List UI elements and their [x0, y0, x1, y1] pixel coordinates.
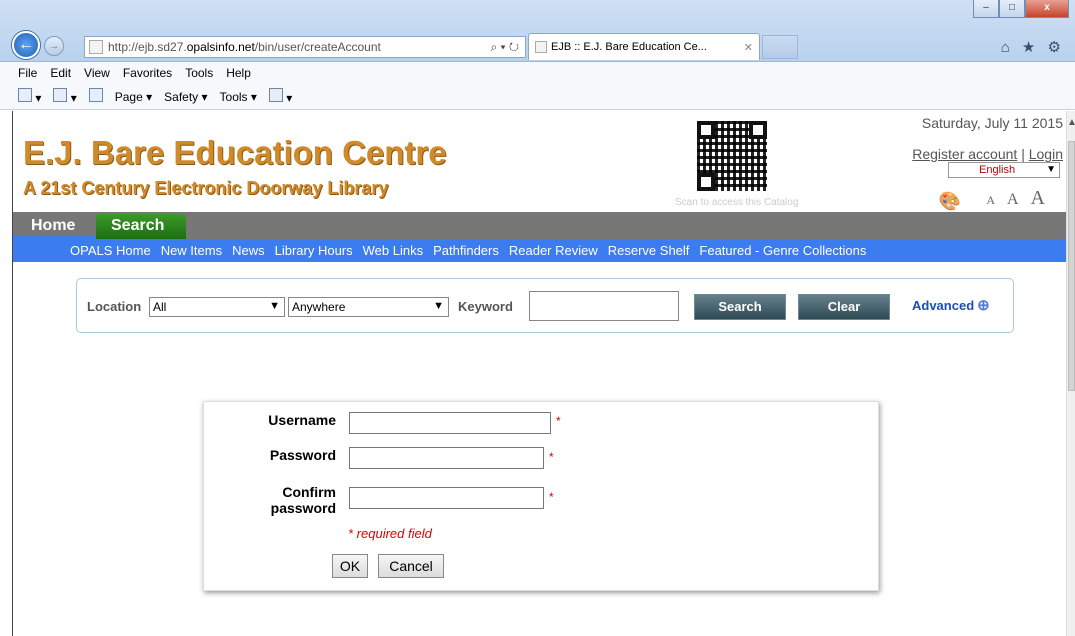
back-button[interactable]: ← [12, 31, 40, 59]
location-select[interactable]: All ▼ [149, 297, 285, 317]
keyword-label: Keyword [458, 299, 513, 314]
account-links: Register account | Login [912, 146, 1063, 162]
nav-news[interactable]: News [232, 243, 265, 258]
url-domain: opalsinfo.net [186, 40, 255, 54]
password-input[interactable] [349, 447, 544, 469]
required-marker: * [556, 414, 561, 428]
menu-edit[interactable]: Edit [50, 66, 71, 80]
url-path: /bin/user/createAccount [254, 40, 381, 54]
maximize-button[interactable]: □ [999, 0, 1025, 18]
help-icon [268, 88, 283, 102]
feeds-cmd[interactable]: ▾ [53, 88, 77, 105]
home-cmd[interactable]: ▾ [18, 88, 41, 105]
tab-home[interactable]: Home [13, 212, 96, 239]
search-panel: Location All ▼ Anywhere ▼ Keyword Search… [76, 278, 1014, 333]
zoom-plus-icon: ⊕ [977, 297, 990, 314]
scope-select[interactable]: Anywhere ▼ [288, 297, 449, 317]
home-favorites-settings-icons[interactable]: ⌂ ★ ⚙ [1001, 38, 1065, 56]
location-label: Location [87, 299, 142, 314]
tab-search[interactable]: Search [96, 214, 186, 239]
qr-caption: Scan to access this Catalog [675, 197, 799, 208]
address-bar[interactable]: http://ejb.sd27. opalsinfo.net/bin/user/c… [84, 36, 526, 58]
command-bar: ▾ ▾ Page ▾ Safety ▾ Tools ▾ ▾ [0, 84, 1075, 110]
qr-corner [697, 121, 715, 139]
cancel-button[interactable]: Cancel [378, 554, 444, 578]
tab-favicon-icon [535, 41, 547, 53]
scroll-up-icon[interactable]: ▲ [1067, 117, 1075, 128]
clear-button[interactable]: Clear [798, 294, 890, 320]
create-account-form: Username * Password * Confirm password *… [203, 401, 879, 591]
menu-view[interactable]: View [84, 66, 110, 80]
font-size-medium[interactable]: A [1007, 191, 1019, 208]
required-marker: * [549, 490, 554, 504]
new-tab-button[interactable] [762, 35, 798, 59]
minimize-button[interactable]: – [973, 0, 999, 18]
chevron-down-icon: ▼ [269, 300, 280, 312]
feeds-icon [53, 88, 68, 102]
menu-help[interactable]: Help [226, 66, 251, 80]
confirm-label: Confirm password [270, 484, 336, 516]
qr-corner [749, 121, 767, 139]
close-window-button[interactable]: x [1025, 0, 1069, 18]
username-label: Username [268, 412, 336, 428]
safety-menu[interactable]: Safety ▾ [164, 90, 207, 104]
font-size-large[interactable]: A [1031, 187, 1045, 209]
language-select[interactable]: English ▼ [948, 162, 1060, 178]
qr-corner [697, 173, 715, 191]
register-link[interactable]: Register account [912, 146, 1017, 162]
confirm-password-input[interactable] [349, 487, 544, 509]
url-prefix: http://ejb.sd27. [108, 40, 187, 54]
window-controls: – □ x [973, 0, 1069, 18]
tab-close-icon[interactable]: ✕ [744, 41, 753, 54]
nav-featured-genre[interactable]: Featured - Genre Collections [699, 243, 866, 258]
page-menu[interactable]: Page ▾ [115, 90, 152, 104]
forward-button[interactable]: → [44, 36, 64, 56]
tab-title: EJB :: E.J. Bare Education Ce... [551, 41, 707, 53]
username-input[interactable] [349, 412, 551, 434]
nav-new-items[interactable]: New Items [161, 243, 222, 258]
menu-bar: File Edit View Favorites Tools Help [0, 62, 1075, 84]
chevron-down-icon: ▼ [1046, 164, 1056, 175]
sub-nav: OPALS Home New Items News Library Hours … [13, 239, 1067, 262]
scroll-thumb[interactable] [1068, 141, 1075, 391]
menu-file[interactable]: File [18, 66, 37, 80]
address-tools-icon[interactable]: ⌕ ▾ ↻ [490, 40, 519, 55]
site-header: E.J. Bare Education Centre A 21st Centur… [13, 111, 1067, 212]
search-button[interactable]: Search [694, 294, 786, 320]
current-date: Saturday, July 11 2015 [921, 115, 1063, 131]
font-size-controls: A A A [978, 187, 1045, 210]
help-cmd[interactable]: ▾ [268, 88, 292, 105]
required-marker: * [549, 450, 554, 464]
browser-titlebar: – □ x ← → http://ejb.sd27. opalsinfo.net /… [0, 0, 1075, 62]
print-cmd[interactable] [88, 88, 103, 105]
ok-button[interactable]: OK [332, 554, 368, 578]
home-icon [18, 88, 32, 102]
main-tabs: Home Search [13, 212, 1067, 239]
site-subtitle: A 21st Century Electronic Doorway Librar… [23, 178, 389, 198]
password-label: Password [269, 447, 336, 463]
browser-tab[interactable]: EJB :: E.J. Bare Education Ce... ✕ [528, 33, 760, 60]
palette-icon[interactable]: 🎨 [939, 191, 961, 212]
chevron-down-icon: ▼ [433, 300, 444, 312]
nav-reserve-shelf[interactable]: Reserve Shelf [608, 243, 690, 258]
nav-pathfinders[interactable]: Pathfinders [433, 243, 499, 258]
login-link[interactable]: Login [1029, 146, 1063, 162]
vertical-scrollbar[interactable]: ▲ [1066, 111, 1075, 636]
nav-library-hours[interactable]: Library Hours [275, 243, 353, 258]
advanced-search-link[interactable]: Advanced ⊕ [912, 296, 990, 314]
required-field-note: * required field [348, 526, 432, 541]
print-icon [88, 88, 103, 102]
menu-favorites[interactable]: Favorites [123, 66, 172, 80]
nav-web-links[interactable]: Web Links [363, 243, 423, 258]
tools-menu[interactable]: Tools ▾ [220, 90, 257, 104]
menu-tools[interactable]: Tools [185, 66, 213, 80]
site-icon [89, 40, 103, 54]
qr-code [694, 118, 770, 194]
site-title: E.J. Bare Education Centre [23, 134, 447, 171]
nav-reader-review[interactable]: Reader Review [509, 243, 598, 258]
page-content: E.J. Bare Education Centre A 21st Centur… [12, 111, 1067, 636]
keyword-input[interactable] [529, 291, 679, 321]
font-size-small[interactable]: A [986, 193, 995, 207]
nav-opals-home[interactable]: OPALS Home [70, 243, 151, 258]
